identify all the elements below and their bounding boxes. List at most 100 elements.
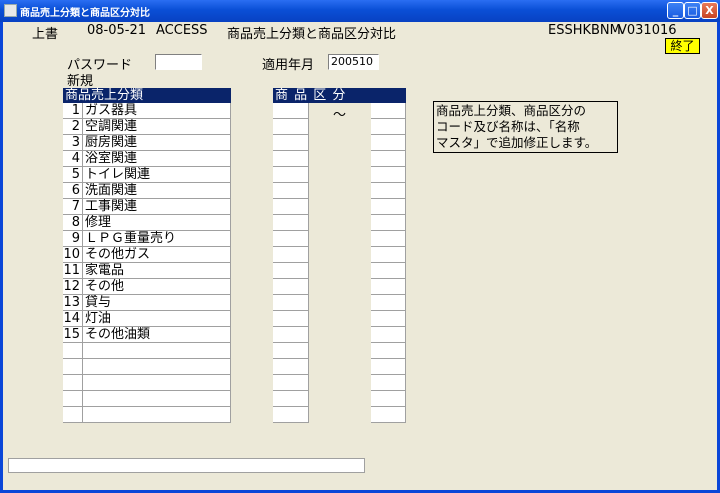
app-label: ACCESS [156, 23, 208, 38]
category-to-cell[interactable] [371, 311, 406, 327]
sales-code-cell[interactable] [63, 391, 83, 407]
sales-name-cell[interactable] [83, 407, 231, 423]
sales-name-cell[interactable]: 家電品 [83, 263, 231, 279]
password-input[interactable] [155, 54, 202, 70]
category-to-cell[interactable] [371, 231, 406, 247]
minimize-button[interactable]: _ [667, 2, 684, 19]
category-from-cell[interactable] [273, 263, 309, 279]
category-to-cell[interactable] [371, 215, 406, 231]
category-from-cell[interactable] [273, 343, 309, 359]
sales-code-cell[interactable]: 3 [63, 135, 83, 151]
sales-name-cell[interactable]: その他ガス [83, 247, 231, 263]
category-to-cell[interactable] [371, 103, 406, 119]
sales-name-cell[interactable]: 灯油 [83, 311, 231, 327]
category-from-cell[interactable] [273, 215, 309, 231]
category-from-cell[interactable] [273, 151, 309, 167]
category-from-cell[interactable] [273, 231, 309, 247]
sales-code-cell[interactable] [63, 407, 83, 423]
category-from-cell[interactable] [273, 375, 309, 391]
category-to-cell[interactable] [371, 199, 406, 215]
sales-name-cell[interactable]: 空調関連 [83, 119, 231, 135]
sales-code-cell[interactable]: 13 [63, 295, 83, 311]
category-from-cell[interactable] [273, 311, 309, 327]
category-to-cell[interactable] [371, 263, 406, 279]
category-from-cell[interactable] [273, 391, 309, 407]
sales-code-cell[interactable] [63, 359, 83, 375]
category-from-cell[interactable] [273, 167, 309, 183]
category-from-cell[interactable] [273, 279, 309, 295]
sales-name-cell[interactable]: その他油類 [83, 327, 231, 343]
period-input[interactable]: 200510 [328, 54, 379, 70]
category-to-cell[interactable] [371, 151, 406, 167]
category-from-cell[interactable] [273, 359, 309, 375]
sales-code-cell[interactable]: 7 [63, 199, 83, 215]
sales-name-cell[interactable] [83, 343, 231, 359]
sales-code-cell[interactable] [63, 343, 83, 359]
sales-code-cell[interactable]: 9 [63, 231, 83, 247]
sales-name-cell[interactable]: 浴室関連 [83, 151, 231, 167]
end-button[interactable]: 終了 [665, 38, 700, 54]
maximize-button[interactable]: □ [684, 2, 701, 19]
sales-name-cell[interactable]: 貸与 [83, 295, 231, 311]
category-to-cell[interactable] [371, 359, 406, 375]
category-to-cell[interactable] [371, 391, 406, 407]
sales-code-cell[interactable]: 4 [63, 151, 83, 167]
category-from-cell[interactable] [273, 103, 309, 119]
sales-name-cell[interactable]: トイレ関連 [83, 167, 231, 183]
sales-code-cell[interactable]: 10 [63, 247, 83, 263]
sales-code-cell[interactable]: 5 [63, 167, 83, 183]
sales-code-cell[interactable]: 8 [63, 215, 83, 231]
note-line-2: コード及び名称は、「名称 [436, 119, 580, 134]
sales-name-cell[interactable] [83, 375, 231, 391]
date-label: 08-05-21 [87, 23, 147, 38]
category-to-cell[interactable] [371, 407, 406, 423]
category-from-cell[interactable] [273, 295, 309, 311]
category-from-cell[interactable] [273, 199, 309, 215]
category-from-cell[interactable] [273, 327, 309, 343]
app-icon [4, 4, 17, 17]
sales-code-cell[interactable]: 11 [63, 263, 83, 279]
version-label: V031016 [618, 23, 677, 38]
window-title: 商品売上分類と商品区分対比 [20, 8, 150, 19]
category-to-cell[interactable] [371, 167, 406, 183]
category-to-cell[interactable] [371, 247, 406, 263]
sales-code-cell[interactable]: 12 [63, 279, 83, 295]
category-from-cell[interactable] [273, 247, 309, 263]
sales-name-cell[interactable]: ガス器具 [83, 103, 231, 119]
sales-name-cell[interactable]: その他 [83, 279, 231, 295]
screen-title: 商品売上分類と商品区分対比 [227, 27, 397, 42]
sales-code-cell[interactable]: 14 [63, 311, 83, 327]
category-table-header: 商 品 区 分 [273, 88, 406, 103]
sales-code-cell[interactable]: 15 [63, 327, 83, 343]
category-to-cell[interactable] [371, 343, 406, 359]
category-to-cell[interactable] [371, 295, 406, 311]
sales-name-cell[interactable]: 洗面関連 [83, 183, 231, 199]
sales-name-cell[interactable]: 工事関連 [83, 199, 231, 215]
category-to-cell[interactable] [371, 183, 406, 199]
sales-name-cell[interactable] [83, 359, 231, 375]
period-label: 適用年月 [262, 58, 315, 73]
sales-code-cell[interactable]: 6 [63, 183, 83, 199]
app-window: 商品売上分類と商品区分対比 _ □ X 上書 08-05-21 ACCESS 商… [0, 0, 720, 493]
category-to-cell[interactable] [371, 375, 406, 391]
close-button[interactable]: X [701, 2, 718, 19]
sales-table-header: 商品売上分類 [63, 88, 231, 103]
category-from-cell[interactable] [273, 135, 309, 151]
category-to-cell[interactable] [371, 135, 406, 151]
title-bar: 商品売上分類と商品区分対比 _ □ X [0, 0, 720, 22]
sales-name-cell[interactable]: 修理 [83, 215, 231, 231]
sales-code-cell[interactable] [63, 375, 83, 391]
note-line-1: 商品売上分類、商品区分の [436, 103, 587, 118]
sales-code-cell[interactable]: 2 [63, 119, 83, 135]
category-from-cell[interactable] [273, 407, 309, 423]
category-from-cell[interactable] [273, 119, 309, 135]
sales-name-cell[interactable]: ＬＰＧ重量売り [83, 231, 231, 247]
category-to-cell[interactable] [371, 279, 406, 295]
sales-code-cell[interactable]: 1 [63, 103, 83, 119]
sales-name-cell[interactable]: 厨房関連 [83, 135, 231, 151]
category-from-cell[interactable] [273, 183, 309, 199]
sales-name-cell[interactable] [83, 391, 231, 407]
category-to-cell[interactable] [371, 327, 406, 343]
category-to-cell[interactable] [371, 119, 406, 135]
status-bar [8, 458, 365, 473]
